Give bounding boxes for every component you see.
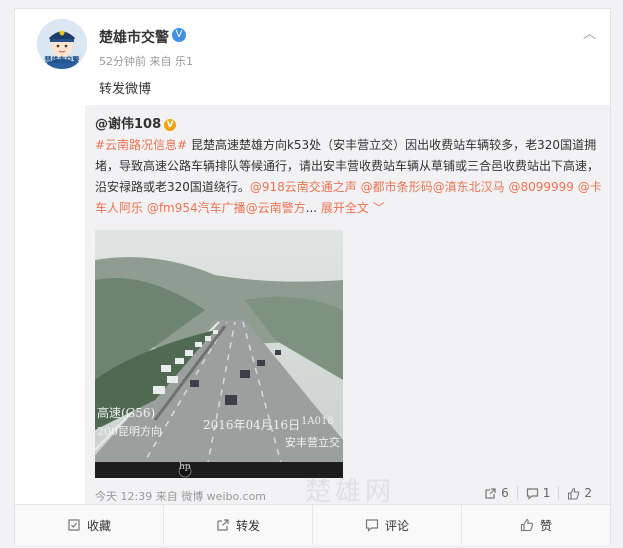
post-text: 转发微博	[99, 82, 152, 97]
verified-icon: V	[172, 28, 186, 42]
gold-verified-icon: V	[164, 119, 177, 131]
original-meta[interactable]: 今天 12:39 来自 微博 weibo.com	[95, 488, 266, 504]
forward-icon	[217, 519, 229, 531]
post-author[interactable]: 楚雄市交警	[99, 27, 169, 47]
share-icon	[485, 487, 496, 499]
topic-link[interactable]: #云南路况信息#	[95, 138, 187, 152]
like-button[interactable]: 赞	[461, 505, 610, 545]
photo-caption-date: 2016年04月16日	[203, 418, 301, 432]
post-meta[interactable]: 52分钟前 来自 乐1	[99, 53, 193, 69]
comment-button[interactable]: 评论	[312, 505, 461, 545]
original-post: @谢伟108 V #云南路况信息# 昆楚高速楚雄方向k53处（安丰营立交）因出收费…	[85, 105, 610, 510]
avatar-caption: 楚雄市交警	[44, 56, 80, 64]
like-icon	[520, 518, 534, 532]
photo-caption-cam: 1A018	[301, 416, 334, 427]
site-watermark: 楚雄网	[305, 477, 396, 507]
original-comment-button[interactable]: 1	[516, 486, 559, 500]
photo-caption-logo: hp	[179, 462, 191, 472]
ellipsis: ...	[305, 201, 321, 215]
action-bar: 收藏 转发 评论 赞	[15, 504, 610, 545]
traffic-camera-photo[interactable]: 高速(G56) 200昆明方向 2016年04月16日 1A018 安丰营立交 …	[95, 230, 343, 478]
original-text: #云南路况信息# 昆楚高速楚雄方向k53处（安丰营立交）因出收费站车辆较多，老3…	[95, 135, 605, 219]
forward-button[interactable]: 转发	[163, 505, 312, 545]
chevron-down-icon[interactable]: ︿	[583, 23, 596, 42]
original-like-button[interactable]: 2	[558, 486, 600, 500]
comment-icon	[526, 487, 538, 500]
photo-caption-road: 高速(G56)	[97, 406, 156, 420]
photo-caption-direction: 200昆明方向	[97, 425, 162, 438]
avatar[interactable]: 楚雄市交警	[37, 19, 87, 69]
original-share-button[interactable]: 6	[476, 486, 517, 500]
original-actions: 6 1 2	[476, 486, 600, 500]
collect-icon	[68, 519, 80, 531]
weibo-card: 楚雄市交警 楚雄市交警 V ︿ 52分钟前 来自 乐1 转发微博 @谢伟108 V…	[14, 8, 611, 545]
original-author[interactable]: @谢伟108 V	[95, 113, 177, 132]
comment-icon	[365, 519, 379, 532]
expand-full-link[interactable]: 展开全文 ﹀	[321, 201, 385, 215]
like-icon	[568, 487, 580, 500]
collect-button[interactable]: 收藏	[15, 505, 163, 545]
photo-caption-station: 安丰营立交	[285, 436, 340, 449]
